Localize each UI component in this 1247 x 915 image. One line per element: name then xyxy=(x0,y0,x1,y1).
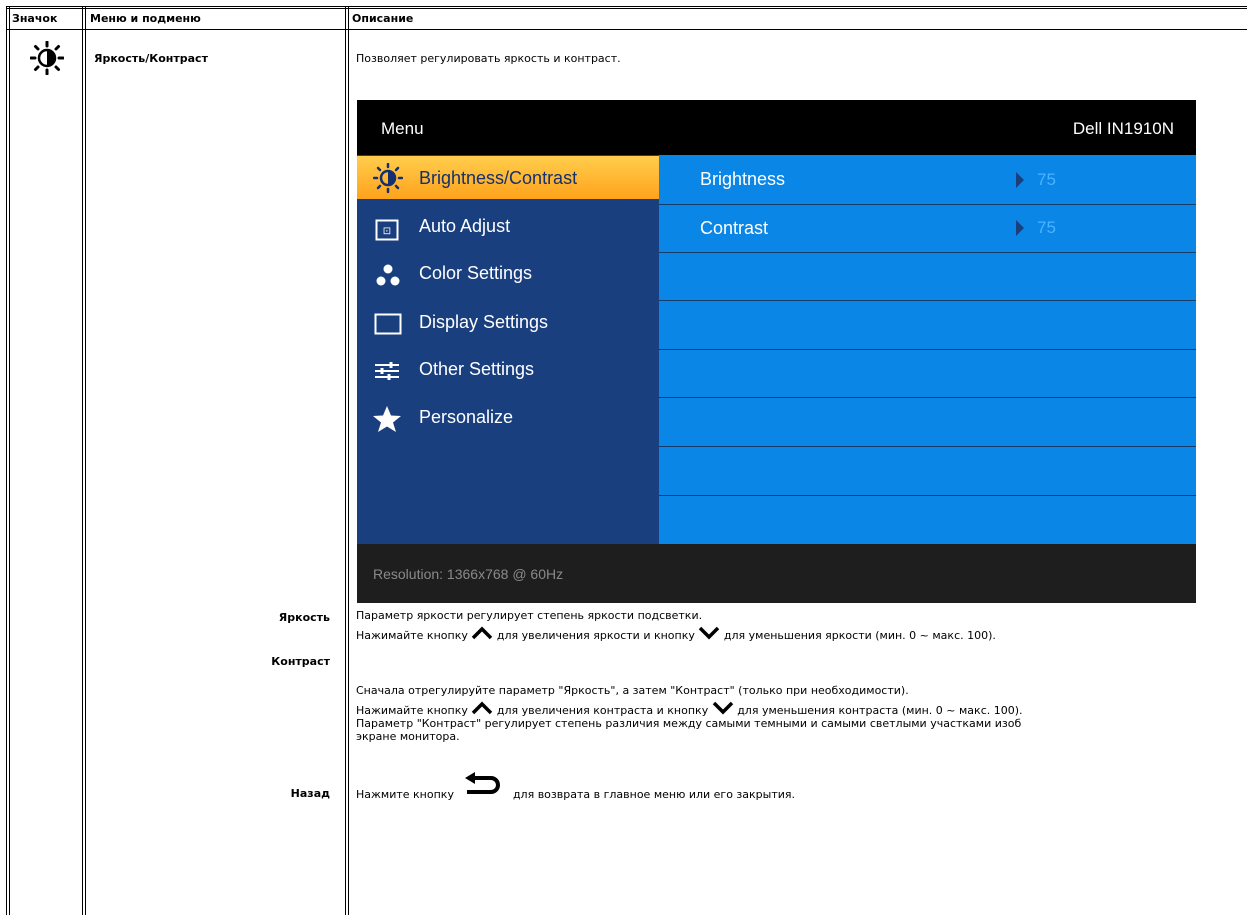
up-arrow-icon xyxy=(472,701,493,715)
osd-menu-item-other-settings[interactable]: Other Settings xyxy=(419,359,534,380)
osd-row-contrast-value: 75 xyxy=(1037,218,1056,237)
down-arrow-icon xyxy=(699,626,720,640)
brightness-line1: Параметр яркости регулирует степень ярко… xyxy=(356,609,703,622)
osd-menu-item-color-settings[interactable]: Color Settings xyxy=(419,263,532,284)
osd-row-separator xyxy=(659,397,1196,398)
down-arrow-icon xyxy=(712,701,733,715)
back-arrow-icon xyxy=(465,772,501,794)
header-desc-col: Описание xyxy=(352,12,414,25)
brightness-line2-a: Нажимайте кнопку xyxy=(356,629,468,642)
contrast-line2-a: Нажимайте кнопку xyxy=(356,704,468,717)
sliders-icon xyxy=(375,362,399,380)
col-divider-2 xyxy=(345,6,349,915)
color-dots-icon xyxy=(376,264,400,286)
sun-contrast-icon xyxy=(373,163,403,193)
brightness-line2-b: для увеличения яркости и кнопку xyxy=(496,629,695,642)
osd-row-separator xyxy=(659,349,1196,350)
osd-row-separator xyxy=(659,252,1196,253)
table-top-border-inner xyxy=(6,8,1247,9)
svg-text:⊡: ⊡ xyxy=(383,226,391,237)
up-arrow-icon xyxy=(472,626,493,640)
sun-contrast-icon xyxy=(30,41,64,75)
osd-menu-item-personalize[interactable]: Personalize xyxy=(419,407,513,428)
osd-row-separator xyxy=(659,495,1196,496)
contrast-line2: Нажимайте кнопку для увеличения контраст… xyxy=(356,701,1023,717)
contrast-line3: Параметр "Контраст" регулирует степень р… xyxy=(356,717,1022,730)
contrast-line2-c: для уменьшения контраста (мин. 0 ~ макс.… xyxy=(737,704,1023,717)
back-line-a: Нажмите кнопку xyxy=(356,788,454,801)
header-icon-col: Значок xyxy=(12,12,58,25)
star-icon xyxy=(373,406,401,432)
arrow-right-icon xyxy=(1016,220,1024,236)
osd-menu-item-brightness-contrast[interactable]: Brightness/Contrast xyxy=(419,168,577,189)
osd-row-separator xyxy=(659,204,1196,205)
brightness-line2-c: для уменьшения яркости (мин. 0 ~ макс. 1… xyxy=(723,629,996,642)
osd-menu-image: Menu Dell IN1910N ⊡ Brightness/Contrast … xyxy=(357,100,1196,603)
osd-title: Menu xyxy=(381,119,424,138)
osd-row-separator xyxy=(659,300,1196,301)
back-label: Назад xyxy=(290,787,330,800)
brightness-line2: Нажимайте кнопку для увеличения яркости … xyxy=(356,626,996,642)
osd-resolution: Resolution: 1366x768 @ 60Hz xyxy=(373,566,564,582)
header-menu-col: Меню и подменю xyxy=(90,12,201,25)
header-bottom-border xyxy=(6,29,1247,30)
col-divider-1 xyxy=(82,6,86,915)
arrow-right-icon xyxy=(1016,172,1024,188)
display-rect-icon xyxy=(374,313,402,335)
table-left-border xyxy=(6,6,10,915)
osd-row-brightness-label[interactable]: Brightness xyxy=(700,169,785,190)
section-title: Яркость/Контраст xyxy=(94,52,208,65)
osd-row-brightness-value: 75 xyxy=(1037,170,1056,189)
back-line-b: для возврата в главное меню или его закр… xyxy=(512,788,795,801)
contrast-line1: Сначала отрегулируйте параметр "Яркость"… xyxy=(356,684,909,697)
osd-menu-item-auto-adjust[interactable]: Auto Adjust xyxy=(419,216,510,237)
contrast-line2-b: для увеличения контраста и кнопку xyxy=(496,704,709,717)
osd-row-contrast-label[interactable]: Contrast xyxy=(700,218,768,239)
osd-menu-item-display-settings[interactable]: Display Settings xyxy=(419,312,548,333)
osd-model: Dell IN1910N xyxy=(1072,119,1174,138)
osd-row-separator xyxy=(659,446,1196,447)
back-line: Нажмите кнопку для возврата в главное ме… xyxy=(356,772,795,801)
osd-menu-panel xyxy=(357,155,659,544)
auto-adjust-icon: ⊡ xyxy=(375,219,399,241)
contrast-label: Контраст xyxy=(271,655,330,668)
section-description: Позволяет регулировать яркость и контрас… xyxy=(356,52,621,65)
table-top-border xyxy=(6,6,1247,7)
brightness-label: Яркость xyxy=(278,611,330,624)
contrast-line4: экране монитора. xyxy=(356,730,460,743)
